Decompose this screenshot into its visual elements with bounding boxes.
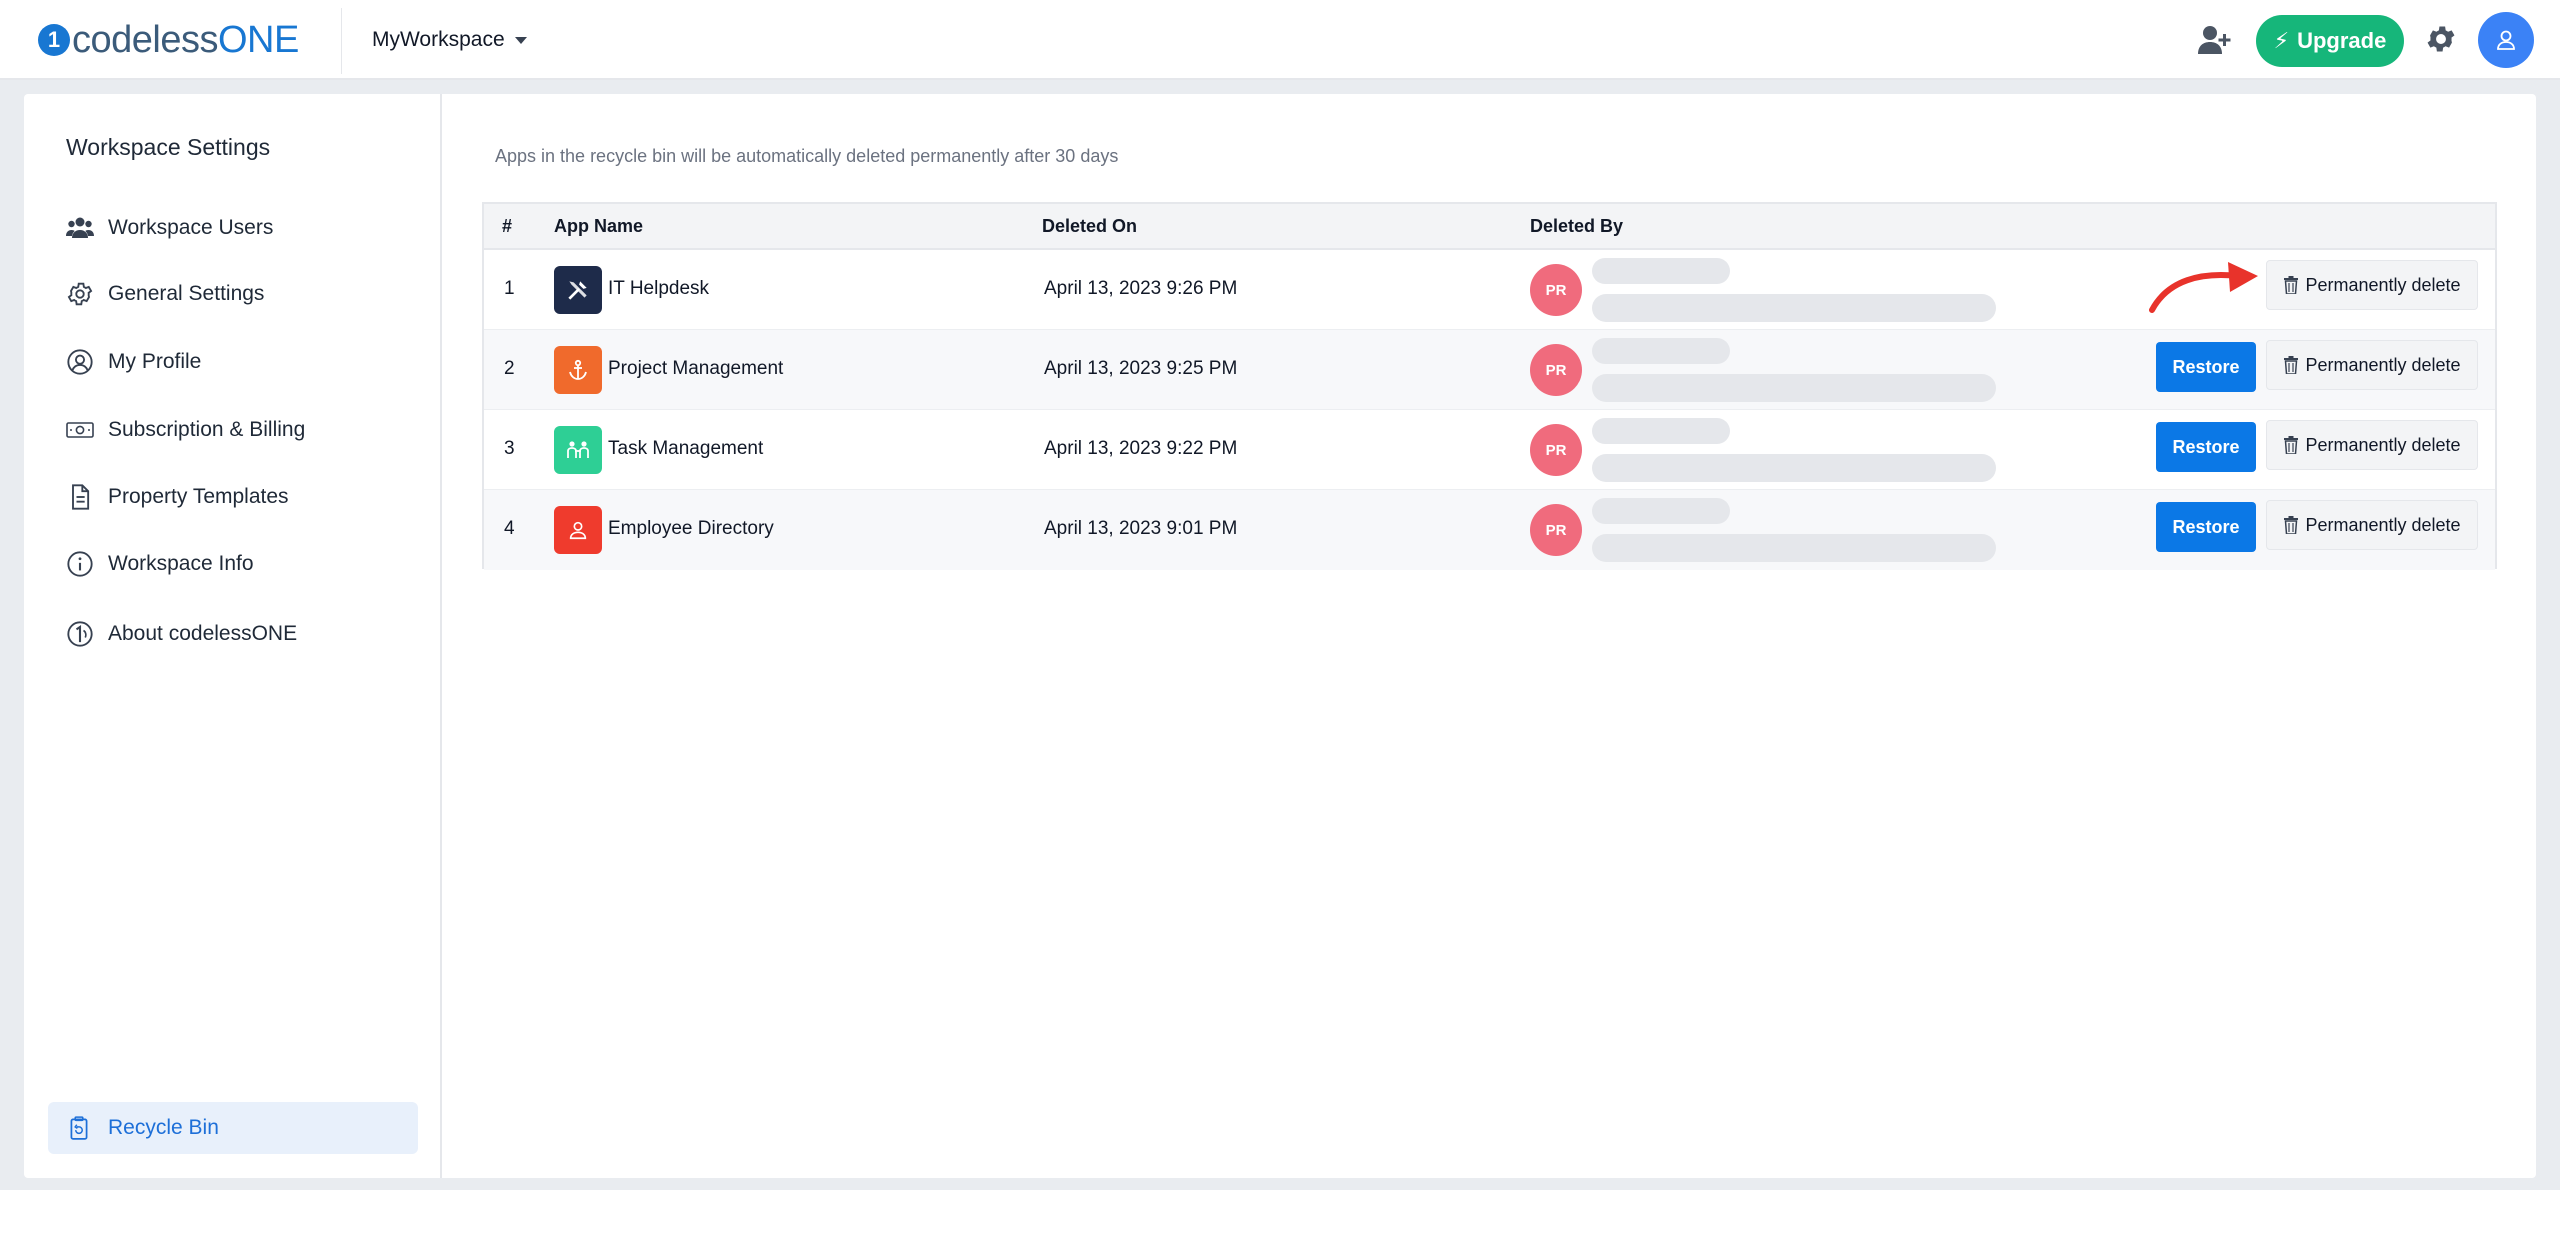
sidebar-item-label: About codelessONE (108, 622, 298, 645)
lightning-icon: ⚡ (2273, 28, 2290, 53)
user-email-placeholder (1592, 454, 1996, 482)
deleted-on: April 13, 2023 9:26 PM (1044, 278, 1238, 299)
deleted-on: April 13, 2023 9:25 PM (1044, 358, 1238, 379)
row-number: 1 (504, 278, 515, 299)
workspace-switcher[interactable]: MyWorkspace (372, 24, 527, 56)
gear-icon[interactable] (2424, 22, 2458, 56)
table-row: 3 Task Management April 13, 2023 9:22 PM… (484, 410, 2495, 490)
anchor-icon (554, 346, 602, 394)
app-name: Task Management (608, 438, 764, 459)
user-avatar[interactable] (2478, 12, 2534, 68)
table-header: # App Name Deleted On Deleted By (484, 204, 2495, 250)
sidebar-item-my-profile[interactable]: My Profile (66, 342, 201, 382)
logo-text: codelessONE (72, 19, 299, 62)
trash-icon (2284, 436, 2299, 454)
user-name-placeholder (1592, 258, 1730, 284)
sidebar-item-about-codelessone[interactable]: About codelessONE (66, 614, 297, 654)
column-header-number: # (502, 216, 513, 236)
trash-icon (2284, 516, 2299, 534)
column-header-app-name: App Name (554, 216, 644, 236)
restore-button[interactable]: Restore (2156, 422, 2256, 472)
user-name-placeholder (1592, 418, 1730, 444)
upgrade-label: Upgrade (2297, 28, 2387, 53)
deleted-on: April 13, 2023 9:01 PM (1044, 518, 1238, 539)
logo-text-accent: ONE (217, 18, 299, 61)
codelessone-logo[interactable]: 1 codelessONE (38, 19, 299, 62)
column-header-deleted-by: Deleted By (1530, 216, 1624, 236)
deleted-by-avatar: PR (1530, 264, 1582, 316)
info-icon (67, 551, 93, 577)
table-row: 4 Employee Directory April 13, 2023 9:01… (484, 490, 2495, 570)
profile-icon (67, 349, 93, 375)
app-name: Project Management (608, 358, 784, 379)
sidebar-item-general-settings[interactable]: General Settings (66, 274, 264, 314)
footer-space (0, 1190, 2560, 1236)
upgrade-button[interactable]: ⚡ Upgrade (2256, 15, 2404, 67)
sidebar-item-subscription-billing[interactable]: Subscription & Billing (66, 410, 305, 450)
top-bar: 1 codelessONE MyWorkspace ⚡ Upgrade (0, 0, 2560, 80)
delete-label: Permanently delete (2305, 514, 2461, 535)
sidebar-item-label: Subscription & Billing (108, 418, 306, 441)
sidebar-item-workspace-info[interactable]: Workspace Info (66, 544, 254, 584)
users-icon (66, 217, 94, 238)
recycle-bin-icon (70, 1116, 88, 1140)
logo-text-dark: codeless (72, 18, 218, 61)
restore-button[interactable]: Restore (2156, 502, 2256, 552)
delete-label: Permanently delete (2305, 354, 2461, 375)
row-number: 4 (504, 518, 515, 539)
sidebar-item-workspace-users[interactable]: Workspace Users (66, 208, 273, 248)
row-number: 2 (504, 358, 515, 379)
settings-sidebar: Workspace Settings Workspace Users Gener… (24, 94, 442, 1178)
permanently-delete-button[interactable]: Permanently delete (2266, 420, 2478, 470)
user-avatar-icon (2497, 30, 2515, 50)
trash-icon (2284, 276, 2299, 294)
deleted-by-avatar: PR (1530, 424, 1582, 476)
deleted-on: April 13, 2023 9:22 PM (1044, 438, 1238, 459)
sidebar-item-property-templates[interactable]: Property Templates (66, 477, 289, 517)
header-divider (341, 8, 342, 74)
caret-down-icon (514, 36, 527, 44)
user-email-placeholder (1592, 374, 1996, 402)
user-email-placeholder (1592, 294, 1996, 322)
permanently-delete-button[interactable]: Permanently delete (2266, 500, 2478, 550)
annotation-arrow-icon (2149, 262, 2258, 313)
permanently-delete-button[interactable]: Permanently delete (2266, 340, 2478, 390)
app-name: Employee Directory (608, 518, 774, 539)
tools-icon (554, 266, 602, 314)
permanently-delete-button[interactable]: Permanently delete (2266, 260, 2478, 310)
delete-label: Permanently delete (2305, 274, 2461, 295)
deleted-by-avatar: PR (1530, 344, 1582, 396)
sidebar-item-label: Property Templates (108, 485, 289, 508)
sidebar-item-label: My Profile (108, 350, 202, 373)
row-number: 3 (504, 438, 515, 459)
table-row: 2 Project Management April 13, 2023 9:25… (484, 330, 2495, 410)
deleted-by-avatar: PR (1530, 504, 1582, 556)
app-name: IT Helpdesk (608, 278, 710, 299)
sidebar-item-recycle-bin[interactable]: Recycle Bin (48, 1102, 418, 1154)
billing-icon (66, 422, 94, 438)
column-header-deleted-on: Deleted On (1042, 216, 1138, 236)
person-icon (554, 506, 602, 554)
invite-user-icon[interactable] (2196, 22, 2232, 58)
sidebar-item-label: Workspace Users (108, 216, 274, 239)
trash-icon (2284, 356, 2299, 374)
user-email-placeholder (1592, 534, 1996, 562)
sidebar-item-label: Recycle Bin (108, 1116, 219, 1139)
user-name-placeholder (1592, 338, 1730, 364)
logo-icon (67, 621, 93, 647)
logo-mark-icon: 1 (38, 24, 70, 56)
document-icon (72, 484, 90, 510)
sidebar-item-label: Workspace Info (108, 552, 254, 575)
recycle-bin-notice: Apps in the recycle bin will be automati… (495, 146, 1119, 166)
team-icon (554, 426, 602, 474)
sidebar-title: Workspace Settings (66, 134, 271, 160)
gear-icon (67, 282, 93, 306)
delete-label: Permanently delete (2305, 434, 2461, 455)
sidebar-item-label: General Settings (108, 282, 265, 305)
restore-button[interactable]: Restore (2156, 342, 2256, 392)
user-name-placeholder (1592, 498, 1730, 524)
workspace-name: MyWorkspace (372, 28, 505, 51)
